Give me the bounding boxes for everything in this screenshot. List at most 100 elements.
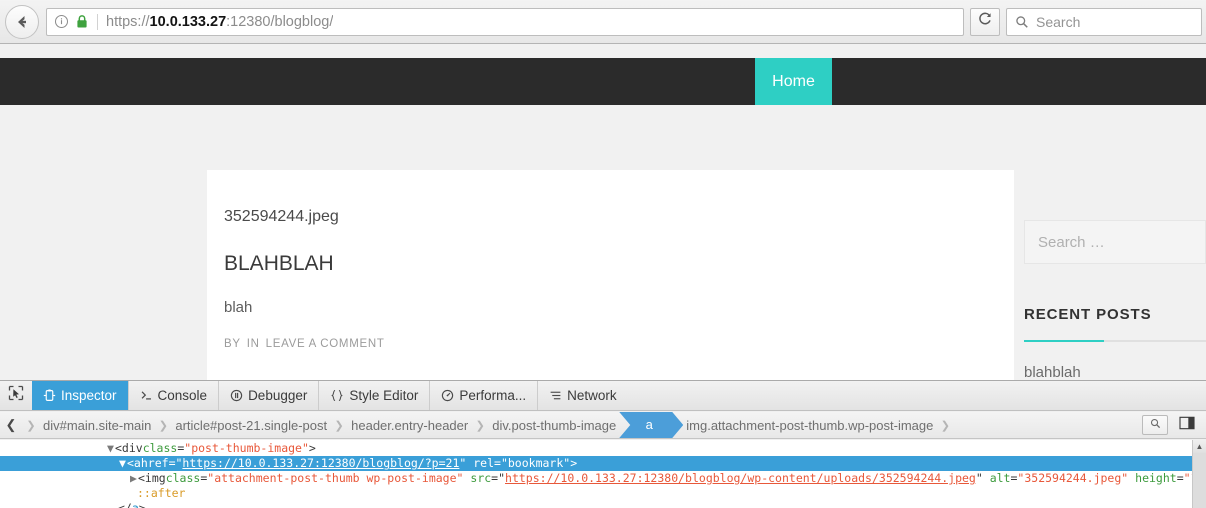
- url-scheme: https://: [106, 13, 150, 30]
- tab-debugger[interactable]: Debugger: [218, 381, 318, 410]
- breadcrumb-item-2[interactable]: header.entry-header: [348, 418, 471, 433]
- markup-line-img[interactable]: ▶ <img class = "attachment-post-thumb wp-po…: [0, 471, 1192, 486]
- twisty-icon[interactable]: ▶: [129, 471, 138, 486]
- markup-line-a-open-selected[interactable]: ▼ <a href =" https://10.0.133.27:12380/blog…: [0, 456, 1192, 471]
- markup-attr-name: rel: [473, 456, 495, 470]
- sidebar-toggle-button[interactable]: [1174, 415, 1200, 435]
- tab-inspector[interactable]: Inspector: [32, 381, 128, 410]
- search-icon: [1150, 416, 1161, 434]
- markup-line-pseudo-after[interactable]: ::after: [0, 486, 1192, 501]
- reload-button[interactable]: [970, 7, 1000, 36]
- tab-network[interactable]: Network: [537, 381, 628, 410]
- post-leave-comment-link[interactable]: LEAVE A COMMENT: [266, 338, 385, 350]
- site-navigation-bar: Home: [0, 58, 1206, 105]
- padlock-icon[interactable]: [75, 14, 89, 29]
- url-bar[interactable]: https://10.0.133.27:12380/blogblog/: [46, 7, 964, 36]
- tab-network-label: Network: [567, 388, 617, 403]
- post-body: blah: [224, 299, 253, 316]
- tab-console[interactable]: Console: [127, 381, 219, 410]
- network-icon: [549, 389, 562, 402]
- breadcrumb-separator: ❯: [26, 419, 36, 432]
- console-icon: [140, 389, 153, 402]
- url-path: :12380/blogblog/: [226, 13, 334, 30]
- tab-style-editor-label: Style Editor: [349, 388, 419, 403]
- url-text: https://10.0.133.27:12380/blogblog/: [106, 9, 333, 35]
- debugger-icon: [230, 389, 243, 402]
- markup-attr-name: src: [470, 471, 492, 485]
- markup-attr-value: "1": [1183, 471, 1192, 485]
- breadcrumb-item-3[interactable]: div.post-thumb-image: [489, 418, 619, 433]
- markup-tag-close: >: [308, 441, 316, 455]
- markup-tag-open: <a: [127, 456, 141, 470]
- browser-toolbar: https://10.0.133.27:12380/blogblog/ Sear…: [0, 0, 1206, 44]
- breadcrumb-separator: ❯: [475, 419, 485, 432]
- twisty-icon[interactable]: ▼: [118, 456, 127, 471]
- url-divider: [97, 13, 98, 30]
- url-host: 10.0.133.27: [149, 13, 227, 30]
- chevron-right-icon[interactable]: ❯: [936, 419, 954, 432]
- markup-view[interactable]: ▼ <div class = "post-thumb-image" > ▼ <a href…: [0, 440, 1192, 508]
- breadcrumb-item-0[interactable]: div#main.site-main: [40, 418, 154, 433]
- markup-pseudo-element: ::after: [137, 486, 186, 500]
- nav-item-home[interactable]: Home: [755, 58, 832, 105]
- markup-line-div-open[interactable]: ▼ <div class = "post-thumb-image" >: [0, 441, 1192, 456]
- breadcrumb-item-4-selected[interactable]: a: [619, 412, 683, 438]
- markup-href-value[interactable]: https://10.0.133.27:12380/blogblog/?p=21: [182, 456, 459, 471]
- tab-console-label: Console: [157, 388, 208, 403]
- recent-posts-rule: [1024, 340, 1206, 342]
- tab-performance-label: Performa...: [459, 388, 527, 403]
- performance-icon: [441, 389, 454, 402]
- markup-attr-name: alt: [989, 471, 1011, 485]
- twisty-icon[interactable]: ▼: [106, 441, 115, 456]
- markup-src-value[interactable]: https://10.0.133.27:12380/blogblog/wp-co…: [505, 471, 976, 486]
- tab-style-editor[interactable]: Style Editor: [318, 381, 429, 410]
- recent-posts-heading: RECENT POSTS: [1024, 306, 1152, 323]
- style-editor-icon: [330, 389, 344, 402]
- markup-tag-open: <div: [115, 441, 143, 455]
- breadcrumb-items: ❯ div#main.site-main ❯ article#post-21.s…: [22, 412, 1134, 438]
- info-circle-icon[interactable]: [54, 14, 69, 29]
- scroll-up-icon[interactable]: ▲: [1193, 440, 1206, 453]
- devtools-tabbar: Inspector Console Debugger Style Editor …: [0, 381, 1206, 411]
- sidebar: Search … RECENT POSTS blahblah Week 2: [1024, 170, 1206, 380]
- inspector-icon: [43, 389, 56, 402]
- post-attachment-caption: 352594244.jpeg: [224, 208, 339, 225]
- element-picker-icon: [8, 385, 24, 406]
- breadcrumb-item-1[interactable]: article#post-21.single-post: [172, 418, 330, 433]
- chevron-left-icon[interactable]: ❮: [0, 417, 22, 433]
- post-meta-in: IN: [246, 338, 260, 350]
- tab-debugger-label: Debugger: [248, 388, 308, 403]
- markup-attr-name: href: [140, 456, 169, 470]
- markup-attr-name: height: [1135, 471, 1177, 485]
- browser-search-box[interactable]: Search: [1006, 7, 1202, 36]
- markup-attr-name: class: [165, 471, 201, 485]
- breadcrumb-actions: [1134, 415, 1206, 435]
- markup-attr-name: class: [142, 441, 178, 455]
- sidebar-toggle-icon: [1179, 416, 1195, 435]
- tab-inspector-label: Inspector: [61, 388, 117, 403]
- markup-tag-open: <img: [138, 471, 166, 485]
- post-title: BLAHBLAH: [224, 252, 334, 275]
- browser-search-placeholder: Search: [1036, 13, 1081, 30]
- reload-icon: [977, 11, 993, 32]
- markup-scrollbar[interactable]: ▲: [1192, 440, 1206, 508]
- sidebar-search-placeholder: Search …: [1038, 233, 1105, 251]
- recent-post-link-0[interactable]: blahblah: [1024, 364, 1081, 380]
- web-page-viewport: Home 352594244.jpeg BLAHBLAH blah BY IN LE…: [0, 44, 1206, 380]
- search-icon: [1015, 15, 1029, 29]
- breadcrumb: ❮ ❯ div#main.site-main ❯ article#post-21…: [0, 412, 1206, 439]
- markup-attr-value: "bookmark": [500, 456, 571, 470]
- element-picker-button[interactable]: [0, 381, 32, 410]
- back-button[interactable]: [5, 4, 39, 39]
- markup-search-button[interactable]: [1142, 415, 1168, 435]
- back-arrow-icon: [12, 12, 32, 32]
- tab-performance[interactable]: Performa...: [429, 381, 537, 410]
- breadcrumb-item-5[interactable]: img.attachment-post-thumb.wp-post-image: [683, 418, 936, 433]
- markup-attr-value: "attachment-post-thumb wp-post-image": [207, 471, 464, 485]
- markup-attr-value: "352594244.jpeg": [1017, 471, 1129, 485]
- post-meta-by: BY: [224, 338, 241, 350]
- markup-eq: =: [177, 441, 185, 455]
- sidebar-search-input[interactable]: Search …: [1024, 220, 1206, 264]
- post-meta: BY IN LEAVE A COMMENT: [224, 338, 981, 350]
- breadcrumb-separator: ❯: [158, 419, 168, 432]
